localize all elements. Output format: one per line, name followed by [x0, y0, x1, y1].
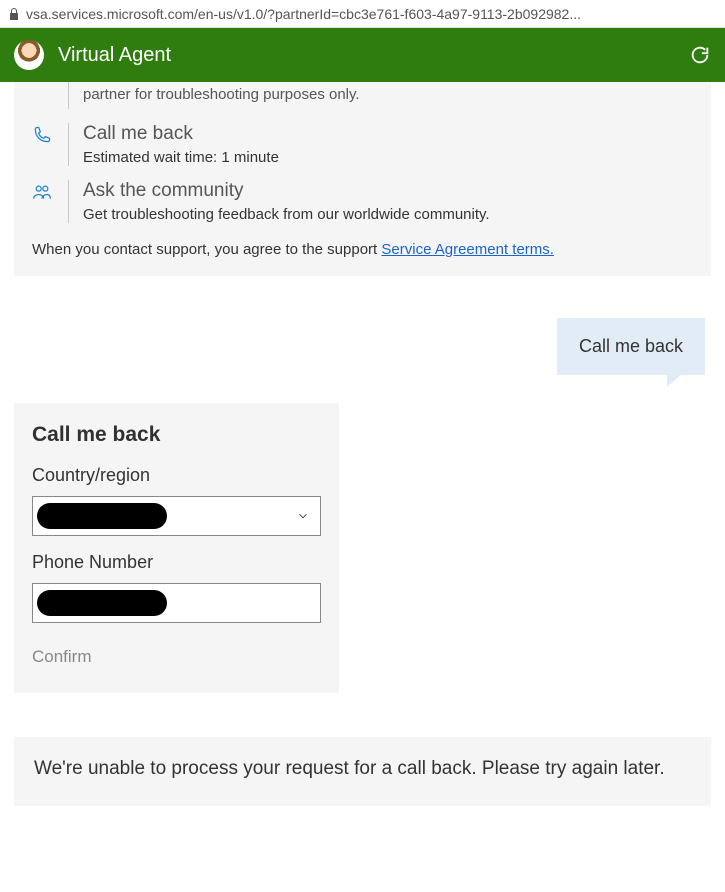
service-agreement-link[interactable]: Service Agreement terms. [381, 241, 554, 258]
header-title: Virtual Agent [58, 44, 675, 67]
community-icon [32, 182, 52, 202]
phone-icon [32, 125, 52, 145]
confirm-button[interactable]: Confirm [32, 645, 92, 669]
option-callback-title: Call me back [83, 123, 693, 145]
agreement-text: When you contact support, you agree to t… [32, 223, 693, 258]
app-header: Virtual Agent [0, 28, 725, 82]
chevron-down-icon [296, 509, 310, 523]
country-label: Country/region [32, 465, 321, 486]
user-message-bubble: Call me back [557, 318, 705, 375]
agent-avatar-icon [14, 40, 44, 70]
option-cutoff-text: partner for troubleshooting purposes onl… [68, 82, 693, 109]
callback-form-card: Call me back Country/region Phone Number… [14, 403, 339, 693]
url-text: vsa.services.microsoft.com/en-us/v1.0/?p… [26, 6, 581, 22]
lock-icon [8, 7, 20, 21]
option-callback-sub: Estimated wait time: 1 minute [83, 149, 693, 166]
redacted-phone-value [37, 590, 167, 616]
option-call-me-back[interactable]: Call me back Estimated wait time: 1 minu… [32, 109, 693, 166]
error-message-card: We're unable to process your request for… [14, 737, 711, 806]
url-bar: vsa.services.microsoft.com/en-us/v1.0/?p… [0, 0, 725, 28]
country-select[interactable] [32, 496, 321, 536]
option-community-sub: Get troubleshooting feedback from our wo… [83, 206, 693, 223]
redacted-country-value [37, 503, 167, 529]
phone-label: Phone Number [32, 552, 321, 573]
option-community-title: Ask the community [83, 180, 693, 202]
option-ask-community[interactable]: Ask the community Get troubleshooting fe… [32, 166, 693, 223]
phone-input[interactable] [32, 583, 321, 623]
agreement-prefix: When you contact support, you agree to t… [32, 241, 381, 258]
form-title: Call me back [32, 423, 321, 447]
support-options-card: partner for troubleshooting purposes onl… [14, 82, 711, 276]
reload-icon[interactable] [689, 44, 711, 66]
